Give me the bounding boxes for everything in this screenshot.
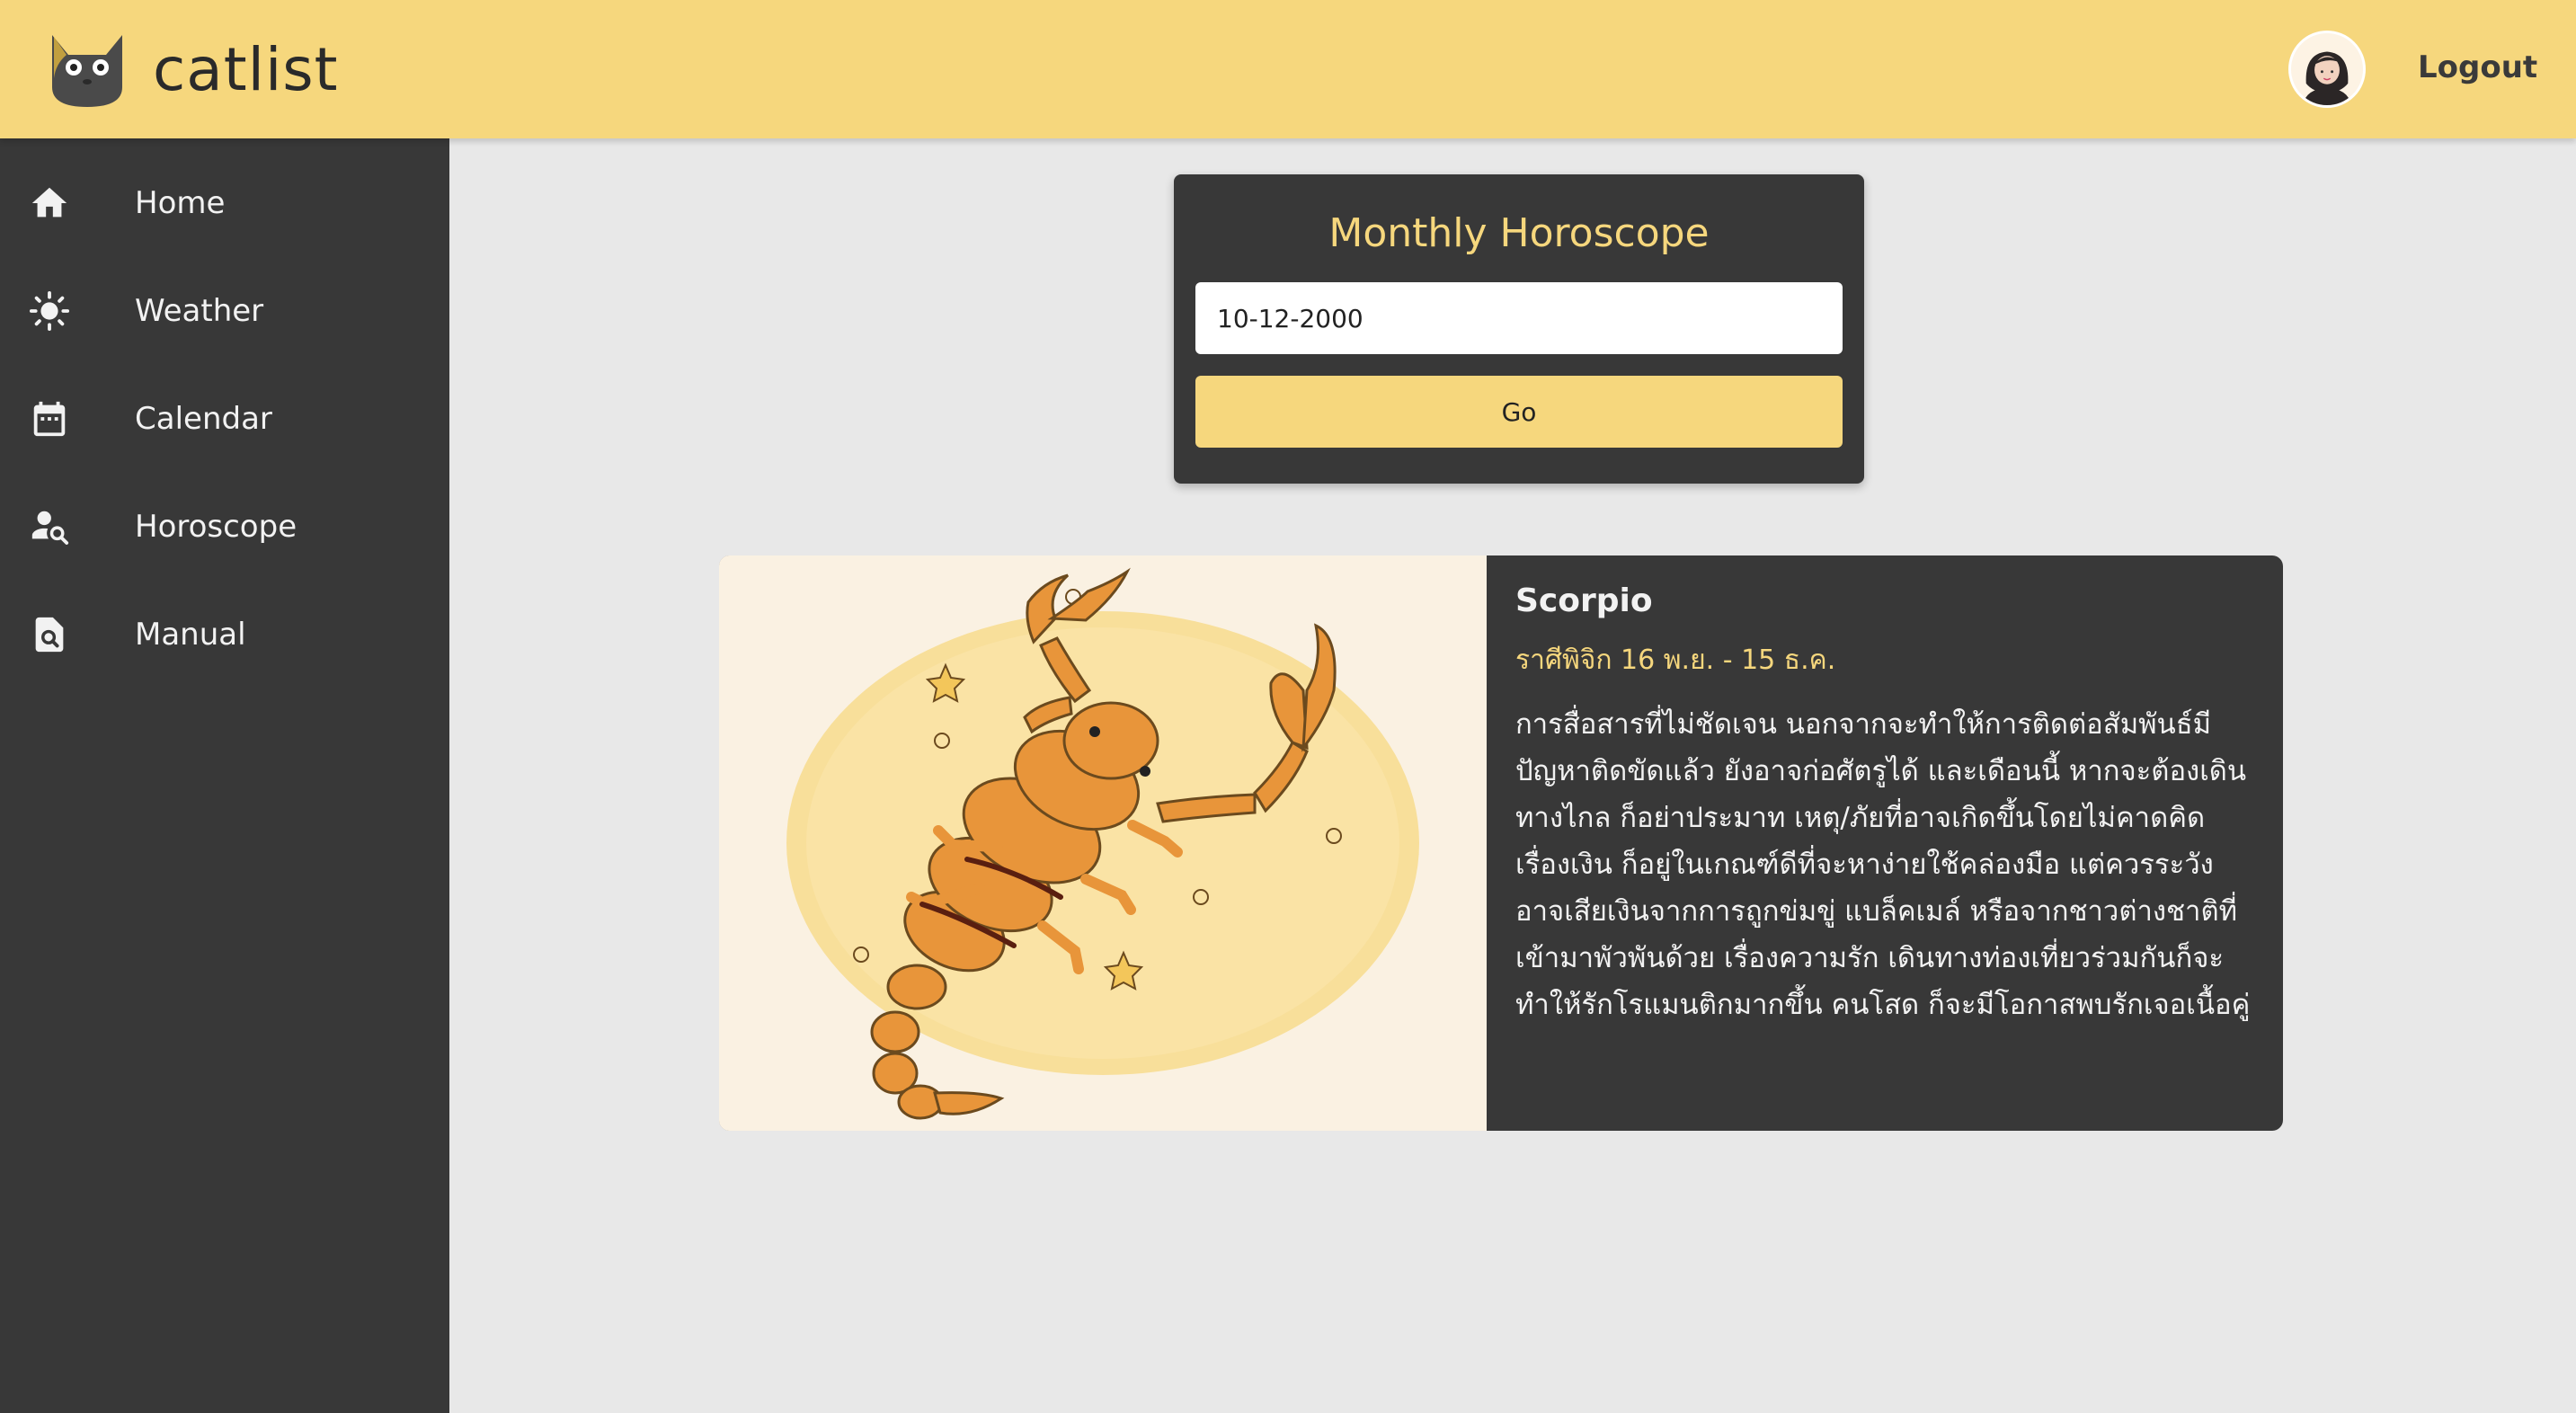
sidebar-item-label: Weather [135, 293, 264, 329]
result-text: Scorpio ราศีพิจิก 16 พ.ย. - 15 ธ.ค. การส… [1515, 582, 2261, 1028]
form-title: Monthly Horoscope [1328, 210, 1710, 256]
sign-name: Scorpio [1515, 582, 1653, 619]
sidebar-item-horoscope[interactable]: Horoscope [0, 482, 449, 572]
app-title: catlist [153, 34, 339, 104]
date-input[interactable] [1195, 282, 1843, 354]
home-icon [31, 187, 67, 218]
user-avatar-icon [2291, 33, 2363, 105]
top-bar: catlist Logout [0, 0, 2576, 138]
logout-button[interactable]: Logout [2418, 45, 2537, 90]
sidebar-item-label: Calendar [135, 401, 272, 437]
sidebar-item-label: Horoscope [135, 509, 298, 545]
sign-date-range: ราศีพิจิก 16 พ.ย. - 15 ธ.ค. [1515, 644, 1836, 676]
horoscope-description: การสื่อสารที่ไม่ชัดเจน นอกจากจะทำให้การต… [1515, 708, 2251, 1021]
go-button[interactable]: Go [1195, 376, 1843, 448]
sidebar-item-label: Home [135, 185, 226, 221]
sidebar-item-manual[interactable]: Manual [0, 590, 449, 680]
app-logo[interactable]: catlist [47, 20, 339, 119]
sidebar-item-label: Manual [135, 617, 246, 653]
sidebar-item-calendar[interactable]: Calendar [0, 374, 449, 464]
calendar-icon [33, 401, 66, 437]
avatar[interactable] [2288, 31, 2366, 108]
sun-icon [29, 290, 70, 332]
document-search-icon [35, 617, 64, 653]
sidebar-item-weather[interactable]: Weather [0, 266, 449, 356]
user-search-icon [31, 511, 69, 545]
horoscope-form-card: Monthly Horoscope Go [1174, 174, 1864, 484]
cat-logo-icon [52, 35, 122, 107]
horoscope-result-card: Scorpio ราศีพิจิก 16 พ.ย. - 15 ธ.ค. การส… [719, 555, 2283, 1131]
sidebar-item-home[interactable]: Home [0, 158, 449, 248]
scorpio-image [719, 555, 1487, 1131]
scorpion-illustration-icon [719, 555, 1487, 1131]
sidebar: Home Weather Calendar Horoscope Manual [0, 138, 449, 1413]
